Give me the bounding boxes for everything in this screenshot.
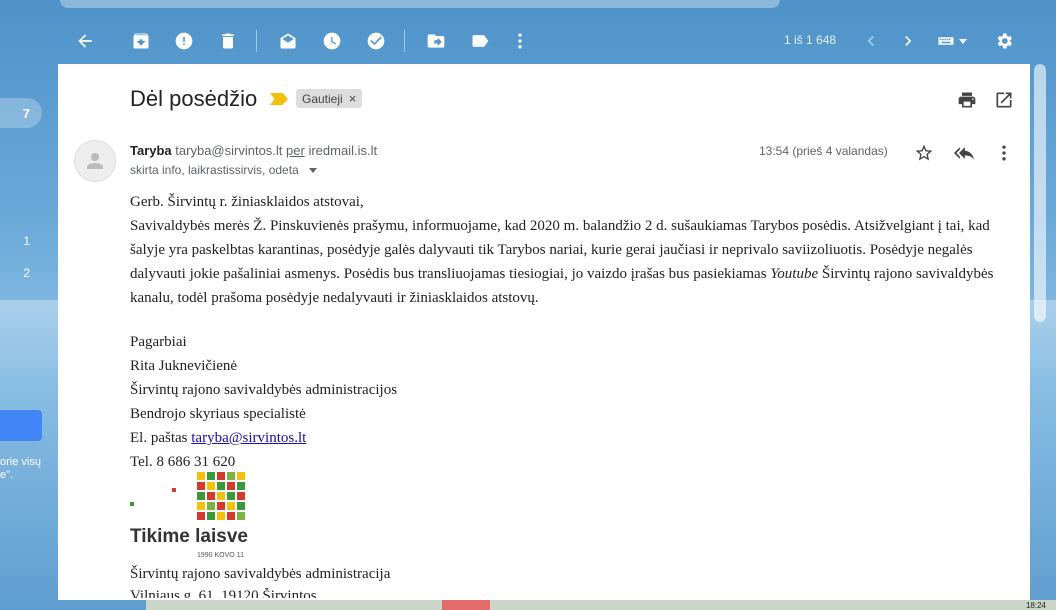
rail-text-line-2: e". <box>0 469 14 481</box>
sender-avatar[interactable] <box>74 140 116 182</box>
message-subject: Dėl posėdžio <box>130 86 258 111</box>
taskbar-clock: 18:24 <box>1025 601 1046 610</box>
delete-icon[interactable] <box>213 26 243 56</box>
print-icon[interactable] <box>955 88 979 112</box>
rail-blue-button[interactable] <box>0 410 42 441</box>
label-chip-text: Gautieji <box>302 91 343 106</box>
via-domain: iredmail.is.lt <box>308 143 378 158</box>
sender-email[interactable]: taryba@sirvintos.lt <box>175 143 282 158</box>
rail-text: orie visų e". <box>0 456 58 482</box>
sender-line: Taryba taryba@sirvintos.lt per iredmail.… <box>130 143 377 158</box>
search-bar-edge[interactable] <box>60 0 780 8</box>
tikime-laisve-logo-icon <box>130 472 245 520</box>
importance-marker-icon[interactable] <box>270 93 288 105</box>
sig-closing: Pagarbiai <box>130 334 187 350</box>
pager-count: 1 iš 1 648 <box>784 33 837 47</box>
message-time: 13:54 (prieš 4 valandas) <box>759 144 888 158</box>
rail-count-1[interactable]: 1 <box>0 234 30 248</box>
mark-unread-icon[interactable] <box>273 26 303 56</box>
sig-email-line: El. paštas taryba@sirvintos.lt <box>130 426 1010 450</box>
sig-name: Rita Juknevičienė <box>130 358 238 374</box>
recipients-text: skirta info, laikrastissirvis, odeta <box>130 163 299 177</box>
greeting: Gerb. Širvintų r. žiniasklaidos atstovai… <box>130 194 364 210</box>
add-to-tasks-icon[interactable] <box>361 26 391 56</box>
message-body: Gerb. Širvintų r. žiniasklaidos atstovai… <box>130 190 1010 474</box>
input-tools-icon[interactable] <box>930 26 974 56</box>
star-icon[interactable] <box>911 140 937 166</box>
label-chip: Gautieji × <box>296 89 363 108</box>
main-paragraph: Savivaldybės merės Ž. Pinskuvienės prašy… <box>130 214 1010 310</box>
sig-role: Bendrojo skyriaus specialistė <box>130 406 306 422</box>
move-to-icon[interactable] <box>421 26 451 56</box>
report-spam-icon[interactable] <box>169 26 199 56</box>
org-footer-partial: Vilniaus g. 61, 19120 Širvintos <box>130 588 317 598</box>
logo-subtitle: 1990 KOVO 11 <box>197 552 244 559</box>
show-details-caret-icon[interactable] <box>308 167 317 173</box>
page-scrollbar[interactable] <box>1034 64 1046 322</box>
open-in-new-window-icon[interactable] <box>992 88 1016 112</box>
settings-gear-icon[interactable] <box>989 26 1019 56</box>
org-footer: Širvintų rajono savivaldybės administrac… <box>130 566 391 582</box>
toolbar-divider <box>404 30 405 52</box>
sender-name[interactable]: Taryba <box>130 143 172 158</box>
archive-icon[interactable] <box>126 26 156 56</box>
logo-title: Tikime laisve <box>130 526 248 547</box>
message-panel: Dėl posėdžio Gautieji × Taryba taryba@si… <box>58 64 1030 600</box>
youtube-word: Youtube <box>770 266 819 282</box>
sig-phone: Tel. 8 686 31 620 <box>130 454 236 470</box>
rail-text-line-1: orie visų <box>0 456 41 468</box>
label-icon[interactable] <box>465 26 495 56</box>
rail-count-2[interactable]: 2 <box>0 266 30 280</box>
sig-email-prefix: El. paštas <box>130 430 192 446</box>
via-link[interactable]: per <box>286 143 305 158</box>
inbox-count-badge[interactable]: 7 <box>0 98 42 128</box>
back-arrow-icon[interactable] <box>70 26 100 56</box>
sig-org: Širvintų rajono savivaldybės administrac… <box>130 382 398 398</box>
more-vert-icon[interactable] <box>505 26 535 56</box>
toolbar-divider <box>256 30 257 52</box>
reply-all-icon[interactable] <box>951 140 977 166</box>
taskbar-app-button[interactable] <box>442 600 490 610</box>
older-chevron-icon[interactable] <box>893 26 923 56</box>
sig-email-link[interactable]: taryba@sirvintos.lt <box>191 430 306 446</box>
snooze-icon[interactable] <box>317 26 347 56</box>
message-more-icon[interactable] <box>991 140 1017 166</box>
message-toolbar: 1 iš 1 648 <box>58 18 1030 64</box>
recipients-line[interactable]: skirta info, laikrastissirvis, odeta <box>130 163 317 177</box>
os-taskbar <box>146 600 1056 610</box>
remove-label-icon[interactable]: × <box>349 91 357 106</box>
left-rail: 7 1 2 orie visų e". <box>0 0 58 610</box>
newer-chevron-icon[interactable] <box>856 26 886 56</box>
